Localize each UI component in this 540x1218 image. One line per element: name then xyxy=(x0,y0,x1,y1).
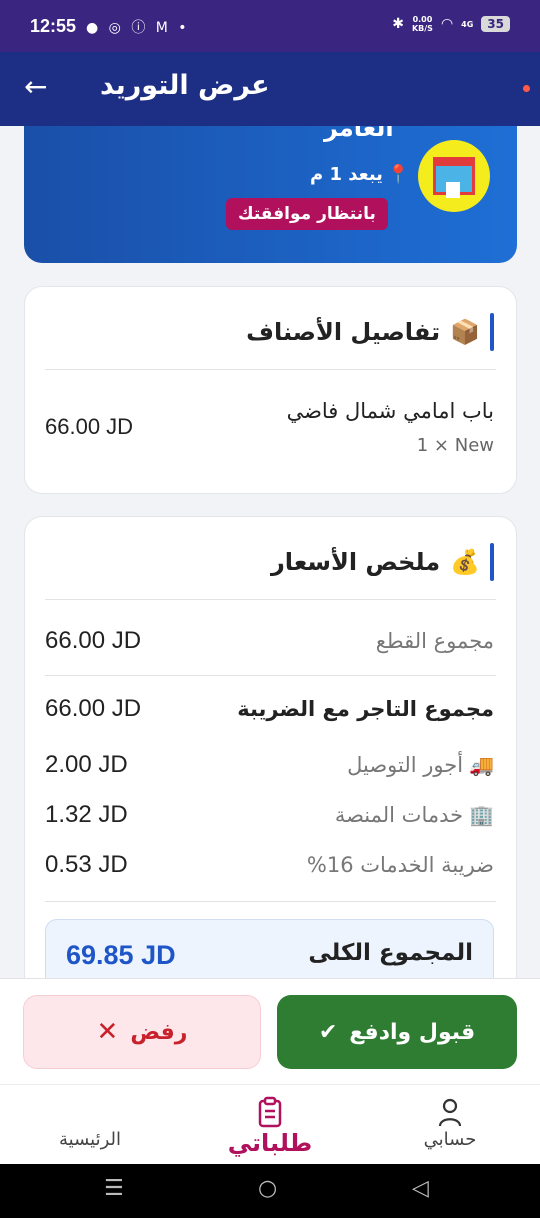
nav-home[interactable]: الرئيسية xyxy=(30,1095,150,1150)
row-label: مجموع القطع xyxy=(375,629,494,653)
reject-button[interactable]: ✕ رفض xyxy=(23,995,261,1069)
bottom-navigation: الرئيسية طلباتي حسابي xyxy=(0,1084,540,1164)
items-section-header: 📦 تفاصيل الأصناف xyxy=(246,313,494,351)
bluetooth-icon: ✱ xyxy=(392,16,404,32)
row-label-wrap: 🏢خدمات المنصة xyxy=(335,803,494,827)
money-bag-icon: 💰 xyxy=(450,548,480,576)
speed-unit: KB/S xyxy=(411,24,433,33)
network-speed: 0.00 KB/S xyxy=(412,15,433,33)
page-title: عرض التوريد xyxy=(100,70,270,101)
system-status-icons: ✱ 0.00 KB/S ◠ 4G 35 xyxy=(392,15,510,33)
summary-section-header: 💰 ملخص الأسعار xyxy=(271,543,494,581)
summary-row-service-tax: 0.53 JD ضريبة الخدمات 16% xyxy=(45,847,494,883)
items-section-title: تفاصيل الأصناف xyxy=(246,318,441,346)
summary-row-platform: 1.32 JD 🏢خدمات المنصة xyxy=(45,797,494,833)
network-type: 4G xyxy=(461,19,474,29)
total-value: 69.85 JD xyxy=(66,940,176,970)
clipboard-icon xyxy=(258,1096,282,1128)
store-logo xyxy=(418,140,490,212)
total-label: المجموع الكلى xyxy=(308,940,473,966)
accept-pay-button[interactable]: ✔ قبول وادفع xyxy=(277,995,517,1069)
nav-orders-label: طلباتي xyxy=(227,1129,313,1157)
row-label: ضريبة الخدمات 16% xyxy=(306,853,494,877)
store-name: العامر xyxy=(324,126,394,142)
nav-account-label: حسابي xyxy=(423,1129,477,1150)
nav-account[interactable]: حسابي xyxy=(390,1095,510,1150)
status-time: 12:55 xyxy=(30,16,77,36)
row-value: 66.00 JD xyxy=(45,695,142,722)
check-icon: ✔ xyxy=(318,1019,338,1045)
item-quantity: 1 × New xyxy=(416,435,494,456)
store-header-card: العامر 📍يبعد 1 م بانتظار موافقتك xyxy=(24,126,517,263)
row-label: أجور التوصيل xyxy=(347,753,464,777)
store-building-icon xyxy=(433,157,475,198)
summary-row-parts-total: 66.00 JD مجموع القطع xyxy=(45,623,494,659)
summary-section-title: ملخص الأسعار xyxy=(270,548,441,576)
status-bar: 12:55 ● ◎ ⓘ M • ✱ 0.00 KB/S ◠ 4G 35 xyxy=(0,0,540,52)
indicator-dot xyxy=(523,85,530,92)
nav-home-label: الرئيسية xyxy=(59,1129,121,1150)
price-summary-card: 💰 ملخص الأسعار 66.00 JD مجموع القطع 66.0… xyxy=(24,516,517,999)
person-icon xyxy=(438,1098,462,1127)
row-label-wrap: 🚚أجور التوصيل xyxy=(347,753,494,777)
close-icon: ✕ xyxy=(96,1017,119,1047)
items-details-card: 📦 تفاصيل الأصناف باب امامي شمال فاضي 1 ×… xyxy=(24,286,517,494)
row-value: 2.00 JD xyxy=(45,751,128,778)
action-bar: ✕ رفض ✔ قبول وادفع xyxy=(0,978,540,1084)
divider xyxy=(45,599,496,600)
section-accent-bar xyxy=(490,313,494,351)
divider xyxy=(45,901,496,902)
battery-icon: 35 xyxy=(481,16,510,32)
home-icon xyxy=(30,1095,150,1129)
speed-value: 0.00 xyxy=(412,15,433,24)
home-circle-icon[interactable]: ○ xyxy=(258,1176,277,1201)
building-icon: 🏢 xyxy=(469,803,494,827)
row-label: مجموع التاجر مع الضريبة xyxy=(237,697,494,721)
accept-label: قبول وادفع xyxy=(349,1019,476,1045)
nav-orders[interactable]: طلباتي xyxy=(210,1095,330,1157)
divider xyxy=(45,369,496,370)
app-bar: ← عرض التوريد xyxy=(0,52,540,126)
package-icon: 📦 xyxy=(450,318,480,346)
distance-text: يبعد 1 م xyxy=(310,164,383,185)
row-label: خدمات المنصة xyxy=(334,803,464,827)
item-price: 66.00 JD xyxy=(45,414,134,439)
row-value: 1.32 JD xyxy=(45,801,128,828)
location-pin-icon: 📍 xyxy=(386,164,410,185)
summary-row-merchant-total: 66.00 JD مجموع التاجر مع الضريبة xyxy=(45,691,494,727)
truck-icon: 🚚 xyxy=(469,753,494,777)
reject-label: رفض xyxy=(130,1019,188,1045)
row-value: 66.00 JD xyxy=(45,627,142,654)
section-accent-bar xyxy=(490,543,494,581)
notification-icons: ● ◎ ⓘ M • xyxy=(86,20,190,36)
system-navigation-bar: ☰ ○ ◁ xyxy=(0,1164,540,1218)
back-triangle-icon[interactable]: ◁ xyxy=(412,1176,429,1201)
divider xyxy=(45,675,496,676)
wifi-icon: ◠ xyxy=(440,16,454,32)
summary-row-delivery: 2.00 JD 🚚أجور التوصيل xyxy=(45,747,494,783)
recents-icon[interactable]: ☰ xyxy=(104,1176,124,1201)
store-distance: 📍يبعد 1 م xyxy=(310,164,409,185)
status-badge: بانتظار موافقتك xyxy=(226,198,388,230)
arrow-left-icon[interactable]: ← xyxy=(24,70,47,104)
item-name: باب امامي شمال فاضي xyxy=(286,399,494,423)
row-value: 0.53 JD xyxy=(45,851,128,878)
